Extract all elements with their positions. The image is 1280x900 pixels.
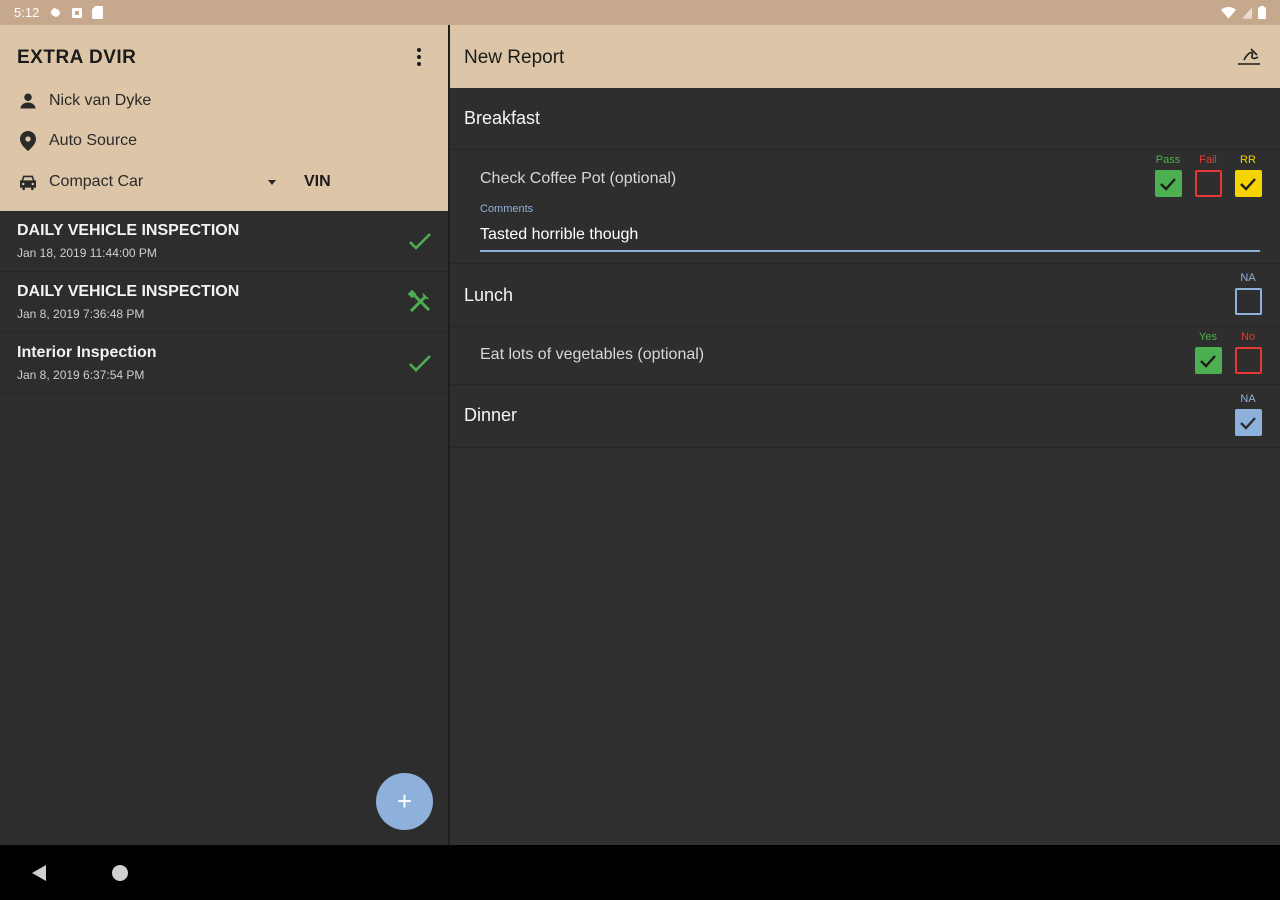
na-option: NA bbox=[1234, 272, 1262, 315]
status-bar: 5:12 bbox=[0, 0, 1280, 25]
comments-caption: Comments bbox=[480, 203, 534, 215]
location-row[interactable]: Auto Source bbox=[18, 131, 137, 151]
fail-checkbox[interactable] bbox=[1194, 170, 1222, 197]
inspection-title: DAILY VEHICLE INSPECTION bbox=[17, 222, 240, 239]
report-body: Breakfast Check Coffee Pot (optional) Pa… bbox=[450, 88, 1280, 845]
comments-field[interactable] bbox=[480, 224, 1260, 252]
list-item[interactable]: DAILY VEHICLE INSPECTION Jan 8, 2019 7:3… bbox=[0, 272, 448, 333]
section-title: Lunch bbox=[464, 285, 514, 305]
no-checkbox[interactable] bbox=[1234, 347, 1262, 374]
sd-card-icon bbox=[92, 6, 104, 19]
section-breakfast-header: Breakfast bbox=[450, 88, 1280, 150]
settings-icon bbox=[50, 7, 61, 18]
na-label: NA bbox=[1240, 393, 1256, 405]
section-dinner-header: Dinner NA bbox=[450, 385, 1280, 448]
pass-label: Pass bbox=[1155, 154, 1181, 166]
na-toggle: NA bbox=[1234, 272, 1262, 315]
app-notification-icon bbox=[72, 7, 83, 18]
chevron-down-icon[interactable] bbox=[268, 180, 276, 185]
driver-name: Nick van Dyke bbox=[49, 92, 152, 109]
back-icon[interactable] bbox=[32, 865, 46, 881]
section-lunch-header: Lunch NA bbox=[450, 264, 1280, 327]
vehicle-select[interactable]: Compact Car bbox=[18, 172, 288, 192]
app-title: EXTRA DVIR bbox=[17, 47, 137, 68]
rr-option: RR bbox=[1234, 154, 1262, 197]
drawer-header: EXTRA DVIR Nick van Dyke Auto Source Com… bbox=[0, 25, 448, 211]
na-checkbox[interactable] bbox=[1234, 288, 1262, 315]
item-label: Eat lots of vegetables (optional) bbox=[480, 346, 705, 363]
inspection-list: DAILY VEHICLE INSPECTION Jan 18, 2019 11… bbox=[0, 211, 448, 845]
inspection-title: Interior Inspection bbox=[17, 344, 157, 361]
inspection-date: Jan 18, 2019 11:44:00 PM bbox=[17, 246, 157, 260]
fail-label: Fail bbox=[1199, 154, 1217, 166]
pass-checkbox[interactable] bbox=[1154, 170, 1182, 197]
section-title: Breakfast bbox=[464, 108, 541, 128]
na-toggle: NA bbox=[1234, 393, 1262, 436]
status-system-icons bbox=[1221, 6, 1266, 19]
add-inspection-button[interactable]: + bbox=[376, 773, 433, 830]
check-icon bbox=[409, 355, 431, 372]
status-time: 5:12 bbox=[14, 5, 40, 20]
battery-icon bbox=[1258, 6, 1266, 19]
page-title: New Report bbox=[464, 47, 565, 68]
inspection-date: Jan 8, 2019 7:36:48 PM bbox=[17, 307, 145, 321]
na-option: NA bbox=[1234, 393, 1262, 436]
report-toolbar: New Report bbox=[450, 25, 1280, 88]
rr-checkbox[interactable] bbox=[1234, 170, 1262, 197]
check-icon bbox=[1240, 177, 1256, 191]
plus-icon: + bbox=[396, 786, 413, 816]
item-label: Check Coffee Pot (optional) bbox=[480, 170, 677, 187]
vin-button[interactable]: VIN bbox=[304, 173, 331, 191]
yes-label: Yes bbox=[1199, 331, 1217, 343]
no-option: No bbox=[1234, 331, 1262, 374]
inspection-date: Jan 8, 2019 6:37:54 PM bbox=[17, 368, 145, 382]
overflow-dot-icon bbox=[417, 55, 421, 59]
overflow-menu-button[interactable] bbox=[410, 45, 428, 69]
fail-option: Fail bbox=[1194, 154, 1222, 197]
list-item[interactable]: Interior Inspection Jan 8, 2019 6:37:54 … bbox=[0, 333, 448, 394]
car-icon bbox=[18, 172, 38, 192]
result-options: Pass Fail RR bbox=[1154, 154, 1262, 197]
home-icon[interactable] bbox=[112, 865, 128, 881]
overflow-dot-icon bbox=[417, 62, 421, 66]
location-source: Auto Source bbox=[49, 132, 138, 149]
signal-icon bbox=[1242, 6, 1252, 19]
tools-icon bbox=[407, 289, 431, 313]
section-title: Dinner bbox=[464, 405, 518, 425]
inspection-title: DAILY VEHICLE INSPECTION bbox=[17, 283, 240, 300]
person-icon bbox=[18, 91, 38, 111]
system-nav-bar bbox=[0, 845, 1280, 900]
na-checkbox[interactable] bbox=[1234, 409, 1262, 436]
vehicle-name: Compact Car bbox=[49, 173, 144, 190]
inspection-item-vegetables: Eat lots of vegetables (optional) Yes No bbox=[450, 327, 1280, 385]
status-notification-icons bbox=[49, 6, 104, 19]
rr-label: RR bbox=[1240, 154, 1256, 166]
list-item[interactable]: DAILY VEHICLE INSPECTION Jan 18, 2019 11… bbox=[0, 211, 448, 272]
check-icon bbox=[409, 233, 431, 250]
check-icon bbox=[1200, 354, 1216, 368]
yes-option: Yes bbox=[1194, 331, 1222, 374]
pass-option: Pass bbox=[1154, 154, 1182, 197]
sign-icon[interactable] bbox=[1236, 45, 1262, 69]
no-label: No bbox=[1240, 331, 1256, 343]
result-options: Yes No bbox=[1194, 331, 1262, 374]
location-pin-icon bbox=[18, 131, 38, 151]
check-icon bbox=[1240, 416, 1256, 430]
check-icon bbox=[1160, 177, 1176, 191]
yes-checkbox[interactable] bbox=[1194, 347, 1222, 374]
na-label: NA bbox=[1240, 272, 1256, 284]
wifi-icon bbox=[1221, 6, 1236, 19]
driver-row[interactable]: Nick van Dyke bbox=[18, 91, 151, 111]
overflow-dot-icon bbox=[417, 48, 421, 52]
